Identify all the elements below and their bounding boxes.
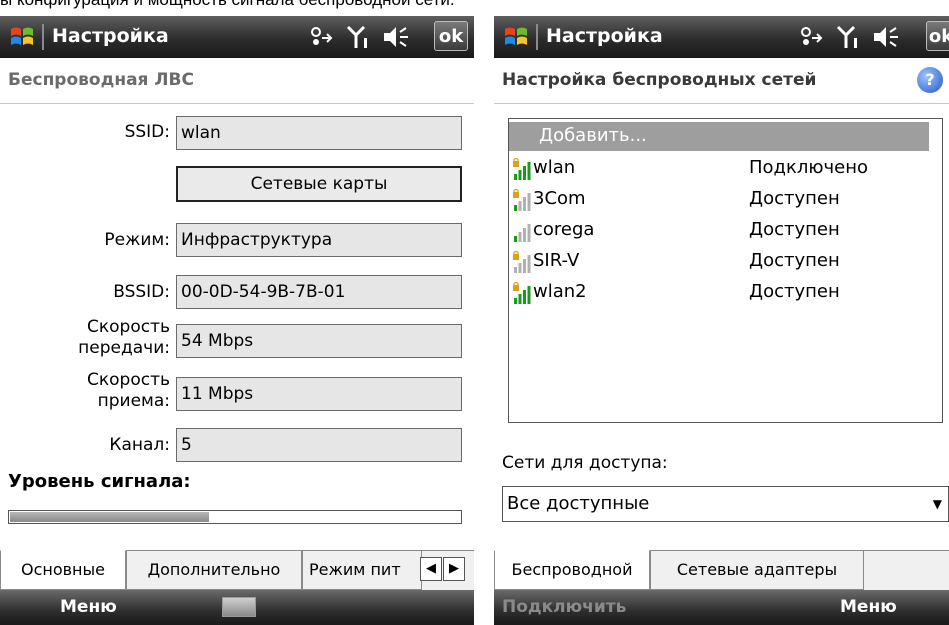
tab-basic[interactable]: Основные: [0, 550, 126, 590]
wireless-lan-screen: Настройка ok Беспроводная ЛВС SSID: wlan…: [0, 16, 474, 625]
keyboard-icon[interactable]: [222, 597, 256, 617]
network-name: corega: [533, 219, 595, 240]
windows-start-icon[interactable]: [502, 23, 530, 51]
wifi-signal-icon: [513, 189, 531, 211]
signal-level-bar: [8, 510, 462, 524]
signal-icon[interactable]: [346, 24, 370, 50]
tab-scroll-left-icon[interactable]: ◀: [420, 557, 442, 581]
wireless-networks-screen: Настройка ok Настройка беспроводных сете…: [494, 16, 949, 625]
help-icon[interactable]: ?: [917, 67, 943, 93]
network-cards-button[interactable]: Сетевые карты: [176, 166, 462, 202]
wifi-signal-icon: [513, 251, 531, 273]
network-row[interactable]: wlan2 Доступен: [509, 277, 942, 307]
tab-wireless[interactable]: Беспроводной: [494, 550, 650, 590]
title-separator: [536, 24, 538, 50]
network-row[interactable]: SIR-V Доступен: [509, 246, 942, 276]
connect-softkey[interactable]: Подключить: [502, 597, 626, 617]
page-title: Беспроводная ЛВС: [0, 58, 474, 104]
tx-rate-field[interactable]: 54 Mbps: [176, 324, 462, 358]
status-icons: [300, 24, 430, 50]
wifi-signal-icon: [514, 224, 531, 242]
page-title-text: Настройка беспроводных сетей: [502, 70, 817, 90]
mode-label: Режим:: [104, 230, 170, 250]
signal-level-label: Уровень сигнала:: [8, 471, 191, 492]
ok-button-partial[interactable]: ok: [926, 21, 949, 51]
channel-label: Канал:: [109, 435, 170, 455]
connectivity-icon[interactable]: [798, 24, 824, 50]
bssid-field[interactable]: 00-0D-54-9B-7B-01: [176, 275, 462, 309]
rx-rate-label-line1: Скорость: [87, 370, 170, 390]
access-networks-label: Сети для доступа:: [502, 453, 668, 473]
wifi-signal-icon: [513, 282, 531, 304]
tab-scroll-right-icon[interactable]: ▶: [443, 557, 465, 581]
network-status: Доступен: [749, 250, 840, 271]
status-icons: [790, 24, 920, 50]
access-networks-select[interactable]: Все доступные ▼: [502, 486, 949, 522]
network-row[interactable]: corega Доступен: [509, 215, 942, 245]
tx-rate-label-line2: передачи:: [78, 338, 170, 358]
mode-field[interactable]: Инфраструктура: [176, 223, 462, 257]
add-network-item[interactable]: Добавить...: [509, 122, 929, 151]
rx-rate-label-line2: приема:: [97, 391, 170, 411]
access-networks-value: Все доступные: [507, 493, 650, 514]
network-row[interactable]: wlan Подключено: [509, 153, 942, 183]
channel-field[interactable]: 5: [176, 428, 462, 462]
network-list[interactable]: Добавить... wlan Подключено 3Com Доступен co…: [508, 118, 943, 423]
ok-button[interactable]: ok: [434, 21, 468, 51]
softkey-bar: Подключить Меню: [494, 590, 949, 625]
title-bar: Настройка ok: [494, 16, 949, 58]
signal-icon[interactable]: [836, 24, 860, 50]
tab-power-mode[interactable]: Режим пит: [302, 550, 422, 590]
tx-rate-label-line1: Скорость: [87, 317, 170, 337]
network-status: Доступен: [749, 219, 840, 240]
bssid-label: BSSID:: [113, 282, 170, 302]
softkey-bar: Меню: [0, 590, 474, 625]
network-status: Подключено: [749, 157, 869, 178]
title-bar: Настройка ok: [0, 16, 474, 58]
tab-bar: Основные Дополнительно Режим пит ◀ ▶: [0, 550, 474, 591]
tab-network-adapters[interactable]: Сетевые адаптеры: [650, 550, 864, 590]
tab-bar: Беспроводной Сетевые адаптеры: [494, 550, 949, 591]
ssid-label: SSID:: [124, 122, 170, 142]
network-row[interactable]: 3Com Доступен: [509, 184, 942, 214]
network-name: wlan: [533, 157, 576, 178]
tab-advanced[interactable]: Дополнительно: [126, 550, 302, 590]
windows-start-icon[interactable]: [8, 23, 36, 51]
wifi-signal-icon: [513, 158, 531, 180]
ssid-field[interactable]: wlan: [176, 116, 462, 150]
network-name: SIR-V: [533, 250, 580, 271]
rx-rate-field[interactable]: 11 Mbps: [176, 377, 462, 411]
rx-rate-label: Скорость приема:: [87, 370, 170, 412]
title-separator: [42, 24, 44, 50]
network-status: Доступен: [749, 281, 840, 302]
window-title: Настройка: [546, 25, 663, 47]
page-title: Настройка беспроводных сетей ?: [494, 58, 949, 104]
volume-icon[interactable]: [872, 24, 900, 50]
network-name: wlan2: [533, 281, 587, 302]
volume-icon[interactable]: [382, 24, 410, 50]
menu-softkey[interactable]: Меню: [840, 597, 897, 617]
connectivity-icon[interactable]: [308, 24, 334, 50]
window-title: Настройка: [52, 25, 169, 47]
network-status: Доступен: [749, 188, 840, 209]
signal-level-fill: [10, 512, 209, 522]
menu-softkey[interactable]: Меню: [60, 597, 117, 617]
caption-text: ы конфигурация и мощность сигнала беспро…: [0, 0, 455, 10]
network-name: 3Com: [533, 188, 586, 209]
chevron-down-icon: ▼: [932, 497, 942, 511]
tx-rate-label: Скорость передачи:: [78, 317, 170, 359]
